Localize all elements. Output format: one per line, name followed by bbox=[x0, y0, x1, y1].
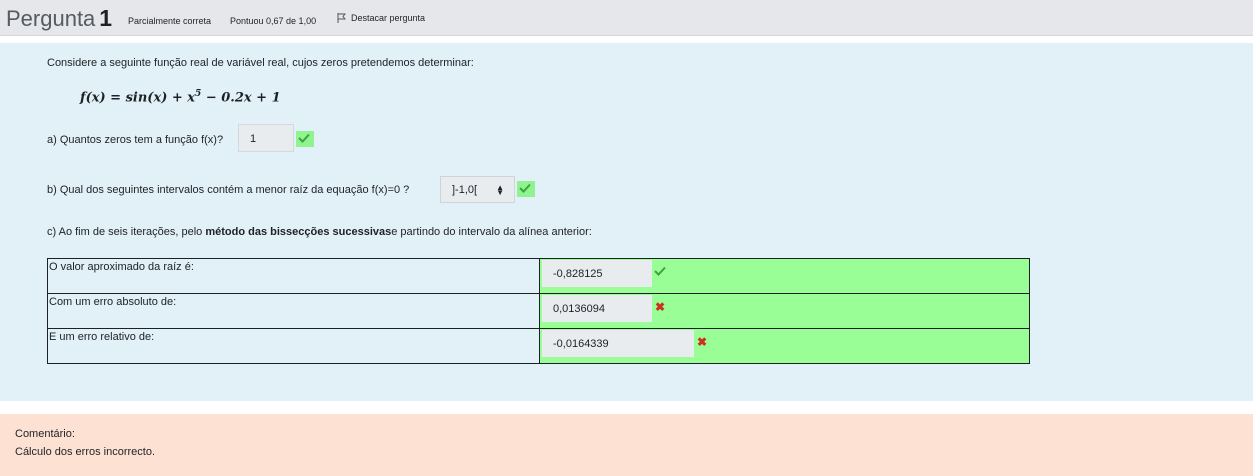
question-grade: Pontuou 0,67 de 1,00 bbox=[230, 16, 317, 26]
part-b-label: b) Qual dos seguintes intervalos contém … bbox=[47, 184, 410, 196]
table-row: Com um erro absoluto de: 0,0136094 ✖ bbox=[47, 293, 1030, 329]
incorrect-icon: ✖ bbox=[697, 335, 708, 349]
question-header: Pergunta 1 Parcialmente correta Pontuou 0… bbox=[0, 0, 1253, 36]
question-label: Pergunta bbox=[6, 6, 96, 31]
formula-rhs: − 0.2x + 1 bbox=[201, 90, 281, 106]
feedback-title: Comentário: bbox=[15, 428, 75, 440]
absolute-error-input[interactable]: 0,0136094 bbox=[542, 295, 652, 322]
row-label: O valor aproximado da raíz é: bbox=[47, 258, 540, 294]
flag-icon bbox=[337, 13, 346, 23]
row-value-cell: 0,0136094 ✖ bbox=[539, 293, 1030, 329]
approx-root-input[interactable]: -0,828125 bbox=[542, 260, 652, 287]
relative-error-input[interactable]: -0,0164339 bbox=[542, 330, 694, 357]
row-value-cell: -0,828125 bbox=[539, 258, 1030, 294]
row-value-cell: -0,0164339 ✖ bbox=[539, 328, 1030, 364]
part-a-answer-input[interactable]: 1 bbox=[238, 124, 294, 152]
formula-lhs: f(x) = sin(x) + x bbox=[80, 90, 196, 106]
part-a-label: a) Quantos zeros tem a função f(x)? bbox=[47, 134, 224, 146]
part-b-selected-value: ]-1,0[ bbox=[452, 184, 478, 196]
part-b-correct-icon bbox=[517, 181, 535, 197]
flag-question-label: Destacar pergunta bbox=[351, 13, 426, 23]
question-content: Considere a seguinte função real de vari… bbox=[0, 43, 1253, 401]
function-formula: f(x) = sin(x) + x5 − 0.2x + 1 bbox=[80, 89, 281, 105]
question-state: Parcialmente correta bbox=[128, 16, 212, 26]
incorrect-icon: ✖ bbox=[655, 300, 666, 314]
part-c-suffix: e partindo do intervalo da alínea anteri… bbox=[391, 226, 592, 238]
feedback-text: Cálculo dos erros incorrecto. bbox=[15, 446, 156, 458]
part-c-label: c) Ao fim de seis iterações, pelo método… bbox=[47, 226, 592, 238]
part-c-prefix: c) Ao fim de seis iterações, pelo bbox=[47, 226, 206, 238]
part-a-correct-icon bbox=[296, 131, 314, 147]
part-c-method: método das bissecções sucessivas bbox=[205, 226, 392, 238]
flag-question-button[interactable]: Destacar pergunta bbox=[337, 13, 425, 23]
table-row: O valor aproximado da raíz é: -0,828125 bbox=[47, 258, 1030, 294]
row-label: Com um erro absoluto de: bbox=[47, 293, 540, 329]
question-title: Pergunta 1 bbox=[6, 5, 112, 32]
question-number: 1 bbox=[99, 5, 113, 31]
results-table: O valor aproximado da raíz é: -0,828125 … bbox=[47, 258, 1030, 364]
part-b-interval-select[interactable]: ]-1,0[ ▲ ▼ bbox=[440, 176, 515, 203]
row-label: E um erro relativo de: bbox=[47, 328, 540, 364]
correct-icon bbox=[654, 266, 666, 279]
select-arrows-icon: ▲ ▼ bbox=[496, 183, 504, 197]
general-feedback: Comentário: Cálculo dos erros incorrecto… bbox=[0, 414, 1253, 476]
table-row: E um erro relativo de: -0,0164339 ✖ bbox=[47, 328, 1030, 364]
question-prompt: Considere a seguinte função real de vari… bbox=[47, 57, 474, 69]
